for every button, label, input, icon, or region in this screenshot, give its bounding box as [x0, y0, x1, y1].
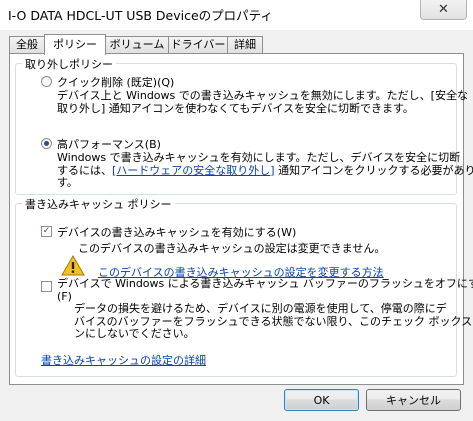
tab-policies[interactable]: ポリシー — [44, 34, 106, 55]
better-performance-radio[interactable] — [41, 138, 52, 149]
turn-off-flushing-checkbox[interactable] — [41, 281, 52, 292]
safely-remove-hardware-link[interactable]: [ハードウェアの安全な取り外し] — [112, 164, 275, 177]
warning-icon — [61, 255, 85, 276]
dialog-client: 全般 ポリシー ボリューム ドライバー 詳細 取り外しポリシー クイック削除 (… — [0, 30, 473, 421]
better-performance-description: Windows で書き込みキャッシュを有効にします。ただし、デバイスを安全に切断… — [57, 151, 473, 189]
write-cache-details-link[interactable]: 書き込みキャッシュの設定の詳細 — [41, 352, 206, 368]
quick-removal-label[interactable]: クイック削除 (既定)(Q) — [57, 74, 174, 90]
close-icon: ✕ — [438, 2, 449, 17]
title-bar: I-O DATA HDCL-UT USB Deviceのプロパティ ✕ — [0, 0, 473, 30]
ok-button[interactable]: OK — [284, 389, 359, 411]
write-cache-policy-legend: 書き込みキャッシュ ポリシー — [22, 196, 175, 212]
better-performance-label[interactable]: 高パフォーマンス(B) — [57, 136, 161, 152]
enable-write-cache-label[interactable]: デバイスの書き込みキャッシュを有効にする(W) — [57, 224, 296, 240]
cache-setting-note: このデバイスの書き込みキャッシュの設定は変更できません。 — [78, 242, 386, 255]
turn-off-flushing-description: データの損失を避けるため、デバイスに別の電源を使用して、停電の際にデ バイスのバ… — [74, 302, 473, 340]
tab-details[interactable]: 詳細 — [227, 36, 263, 53]
window-title: I-O DATA HDCL-UT USB Deviceのプロパティ — [8, 8, 273, 23]
enable-write-cache-checkbox[interactable]: ✓ — [41, 226, 52, 237]
removal-policy-group: 取り外しポリシー クイック削除 (既定)(Q) デバイス上と Windows で… — [15, 56, 473, 195]
tab-general[interactable]: 全般 — [9, 36, 45, 53]
close-button[interactable]: ✕ — [420, 0, 467, 20]
quick-removal-description: デバイス上と Windows での書き込みキャッシュを無効にします。ただし、[安… — [57, 89, 468, 115]
removal-policy-legend: 取り外しポリシー — [22, 56, 116, 72]
tab-volumes[interactable]: ボリューム — [105, 36, 169, 53]
policies-panel: 取り外しポリシー クイック削除 (既定)(Q) デバイス上と Windows で… — [9, 53, 473, 385]
tab-driver[interactable]: ドライバー — [168, 36, 228, 53]
write-cache-policy-group: 書き込みキャッシュ ポリシー ✓ デバイスの書き込みキャッシュを有効にする(W)… — [15, 196, 473, 377]
quick-removal-radio[interactable] — [41, 76, 52, 87]
turn-off-flushing-label[interactable]: デバイスで Windows による書き込みキャッシュ バッファーのフラッシュをオ… — [57, 277, 473, 303]
cancel-button[interactable]: キャンセル — [366, 389, 461, 411]
